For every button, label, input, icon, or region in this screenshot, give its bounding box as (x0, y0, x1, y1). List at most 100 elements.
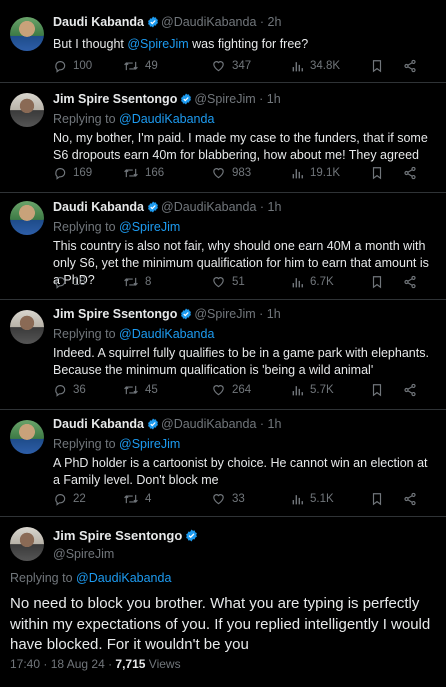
retweet-button[interactable]: 45 (123, 383, 211, 397)
verified-icon (185, 529, 198, 546)
author-handle[interactable]: @DaudiKabanda (161, 417, 256, 431)
tweet-time[interactable]: 1h (268, 417, 282, 431)
tweet-time[interactable]: 1h (267, 92, 281, 106)
share-button[interactable] (403, 383, 417, 397)
mention-link[interactable]: @SpireJim (119, 437, 180, 451)
reply-count: 18 (73, 276, 86, 288)
views-icon (291, 60, 304, 73)
bookmark-icon (371, 275, 383, 289)
like-count: 33 (232, 493, 245, 505)
bookmark-button[interactable] (371, 166, 403, 180)
author-handle[interactable]: @SpireJim (194, 92, 255, 106)
like-icon (211, 492, 226, 506)
retweet-icon (123, 275, 139, 289)
like-button[interactable]: 51 (211, 275, 291, 289)
bookmark-button[interactable] (371, 275, 403, 289)
retweet-count: 166 (145, 167, 165, 179)
retweet-button[interactable]: 8 (123, 275, 211, 289)
share-icon (403, 166, 417, 180)
tweet[interactable]: Jim Spire Ssentongo @SpireJim · 1h Replyi… (0, 83, 446, 193)
retweet-button[interactable]: 166 (123, 166, 211, 180)
views-button[interactable]: 34.8K (291, 60, 371, 73)
author-name[interactable]: Jim Spire Ssentongo (53, 528, 182, 543)
bookmark-button[interactable] (371, 492, 403, 506)
author-handle[interactable]: @SpireJim (53, 546, 200, 562)
retweet-icon (123, 59, 139, 73)
like-button[interactable]: 264 (211, 383, 291, 397)
author-name[interactable]: Daudi Kabanda (53, 417, 144, 431)
retweet-count: 45 (145, 384, 158, 396)
retweet-button[interactable]: 4 (123, 492, 211, 506)
like-count: 347 (232, 60, 252, 72)
mention-link[interactable]: @SpireJim (119, 220, 180, 234)
views-count: 5.1K (310, 493, 334, 505)
tweet[interactable]: Jim Spire Ssentongo @SpireJim · 1h Replyi… (0, 300, 446, 410)
tweet-header: Daudi Kabanda @DaudiKabanda · 2h (53, 14, 436, 32)
tweet-time[interactable]: 1h (267, 307, 281, 321)
reply-icon (53, 59, 67, 73)
like-count: 51 (232, 276, 245, 288)
author-name[interactable]: Daudi Kabanda (53, 200, 144, 214)
mention-link[interactable]: @DaudiKabanda (119, 112, 214, 126)
views-count[interactable]: 7,715 (115, 657, 145, 671)
verified-icon (147, 418, 159, 434)
tweet[interactable]: Daudi Kabanda @DaudiKabanda · 2h But I th… (0, 0, 446, 83)
avatar[interactable] (10, 420, 44, 454)
reply-button[interactable]: 22 (53, 492, 123, 506)
avatar[interactable] (10, 93, 44, 127)
avatar[interactable] (10, 201, 44, 235)
author-name[interactable]: Jim Spire Ssentongo (53, 307, 177, 321)
like-icon (211, 166, 226, 180)
verified-icon (180, 93, 192, 109)
share-icon (403, 383, 417, 397)
tweet-actions: 36 45 264 5.7K (53, 382, 434, 398)
replying-to: Replying to @DaudiKabanda (53, 327, 215, 341)
tweet-time[interactable]: 2h (268, 15, 282, 29)
views-button[interactable]: 19.1K (291, 167, 371, 180)
author-name[interactable]: Daudi Kabanda (53, 15, 144, 29)
like-icon (211, 383, 226, 397)
verified-icon (147, 201, 159, 217)
tweet-timestamp[interactable]: 17:40 · 18 Aug 24 · (10, 657, 115, 671)
author-handle[interactable]: @DaudiKabanda (161, 15, 256, 29)
share-button[interactable] (403, 59, 417, 73)
like-button[interactable]: 983 (211, 166, 291, 180)
mention-link[interactable]: @DaudiKabanda (119, 327, 214, 341)
retweet-icon (123, 383, 139, 397)
author-name[interactable]: Jim Spire Ssentongo (53, 92, 177, 106)
mention-link[interactable]: @DaudiKabanda (76, 571, 171, 585)
reply-button[interactable]: 18 (53, 275, 123, 289)
reply-button[interactable]: 36 (53, 383, 123, 397)
retweet-count: 8 (145, 276, 152, 288)
author-handle[interactable]: @SpireJim (194, 307, 255, 321)
tweet[interactable]: Daudi Kabanda @DaudiKabanda · 1h Replying… (0, 193, 446, 300)
avatar[interactable] (10, 527, 44, 561)
retweet-button[interactable]: 49 (123, 59, 211, 73)
mention-link[interactable]: @SpireJim (127, 37, 188, 51)
views-button[interactable]: 5.1K (291, 493, 371, 506)
tweet-time[interactable]: 1h (268, 200, 282, 214)
author-handle[interactable]: @DaudiKabanda (161, 200, 256, 214)
avatar[interactable] (10, 310, 44, 344)
tweet[interactable]: Daudi Kabanda @DaudiKabanda · 1h Replying… (0, 410, 446, 517)
reply-count: 100 (73, 60, 93, 72)
views-icon (291, 384, 304, 397)
views-count: 19.1K (310, 167, 341, 179)
avatar[interactable] (10, 17, 44, 51)
like-button[interactable]: 347 (211, 59, 291, 73)
views-button[interactable]: 6.7K (291, 276, 371, 289)
share-button[interactable] (403, 492, 417, 506)
share-button[interactable] (403, 275, 417, 289)
tweet-actions: 100 49 347 34.8K (53, 58, 434, 74)
bookmark-button[interactable] (371, 383, 403, 397)
bookmark-button[interactable] (371, 59, 403, 73)
tweet-text: But I thought @SpireJim was fighting for… (53, 37, 309, 51)
tweet-header: Daudi Kabanda @DaudiKabanda · 1h (53, 199, 436, 217)
reply-button[interactable]: 100 (53, 59, 123, 73)
like-button[interactable]: 33 (211, 492, 291, 506)
share-icon (403, 275, 417, 289)
views-count: 34.8K (310, 60, 341, 72)
reply-button[interactable]: 169 (53, 166, 123, 180)
views-button[interactable]: 5.7K (291, 384, 371, 397)
share-button[interactable] (403, 166, 417, 180)
